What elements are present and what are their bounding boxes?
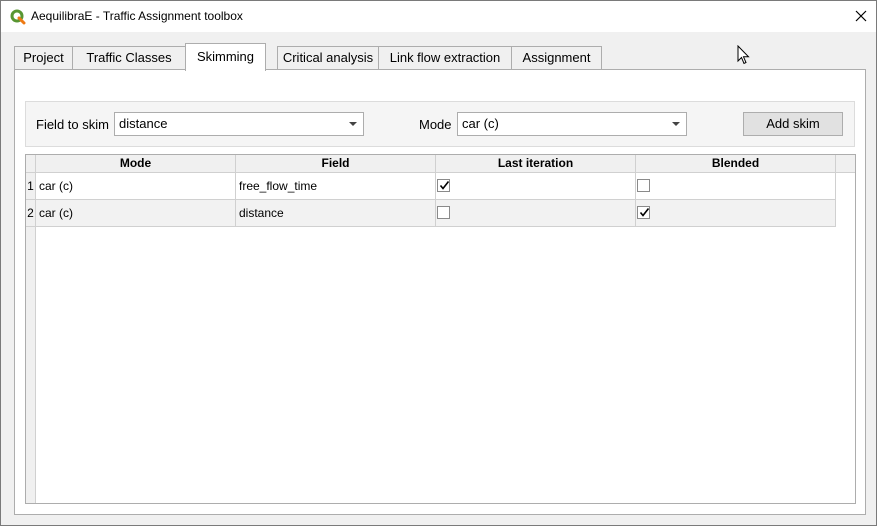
- mouse-pointer-icon: [737, 45, 750, 65]
- cell-mode[interactable]: car (c): [36, 200, 236, 227]
- tab-critical-analysis[interactable]: Critical analysis: [277, 46, 379, 70]
- row-number[interactable]: 2: [26, 200, 36, 227]
- cell-last-iteration: [436, 173, 636, 200]
- checkmark-icon: [639, 208, 650, 217]
- tab-skimming[interactable]: Skimming: [185, 43, 266, 71]
- chevron-down-icon: [672, 122, 680, 126]
- close-button[interactable]: [846, 1, 876, 31]
- header-last-iteration[interactable]: Last iteration: [436, 155, 636, 173]
- mode-dropdown[interactable]: car (c): [457, 112, 687, 136]
- tab-traffic-classes[interactable]: Traffic Classes: [72, 46, 186, 70]
- tab-link-flow-extraction[interactable]: Link flow extraction: [378, 46, 512, 70]
- field-to-skim-value: distance: [119, 116, 168, 131]
- header-filler: [836, 155, 855, 173]
- app-window: AequilibraE - Traffic Assignment toolbox…: [0, 0, 877, 526]
- cell-field[interactable]: free_flow_time: [236, 173, 436, 200]
- cell-blended: [636, 200, 836, 227]
- tab-assignment[interactable]: Assignment: [511, 46, 602, 70]
- skims-table: Mode Field Last iteration Blended 1 car …: [25, 154, 856, 504]
- table-row[interactable]: car (c) distance: [36, 200, 836, 227]
- blended-checkbox[interactable]: [637, 179, 650, 192]
- cell-last-iteration: [436, 200, 636, 227]
- qgis-logo-icon: [10, 9, 26, 25]
- chevron-down-icon: [349, 122, 357, 126]
- field-to-skim-dropdown[interactable]: distance: [114, 112, 364, 136]
- skim-controls: Field to skim distance Mode car (c) Add …: [25, 101, 855, 147]
- skimming-panel: Field to skim distance Mode car (c) Add …: [14, 69, 866, 515]
- header-blended[interactable]: Blended: [636, 155, 836, 173]
- last-iteration-checkbox[interactable]: [437, 206, 450, 219]
- cell-mode[interactable]: car (c): [36, 173, 236, 200]
- cell-blended: [636, 173, 836, 200]
- header-mode[interactable]: Mode: [36, 155, 236, 173]
- checkmark-icon: [439, 181, 450, 190]
- add-skim-button[interactable]: Add skim: [743, 112, 843, 136]
- row-number[interactable]: 1: [26, 173, 36, 200]
- blended-checkbox[interactable]: [637, 206, 650, 219]
- table-corner: [26, 155, 36, 173]
- tab-project[interactable]: Project: [14, 46, 73, 70]
- header-field[interactable]: Field: [236, 155, 436, 173]
- field-to-skim-label: Field to skim: [36, 117, 109, 132]
- last-iteration-checkbox[interactable]: [437, 179, 450, 192]
- window-title: AequilibraE - Traffic Assignment toolbox: [31, 9, 243, 23]
- table-row[interactable]: car (c) free_flow_time: [36, 173, 836, 200]
- mode-label: Mode: [419, 117, 452, 132]
- cell-field[interactable]: distance: [236, 200, 436, 227]
- mode-value: car (c): [462, 116, 499, 131]
- close-icon: [855, 10, 867, 22]
- title-bar: AequilibraE - Traffic Assignment toolbox: [1, 1, 876, 32]
